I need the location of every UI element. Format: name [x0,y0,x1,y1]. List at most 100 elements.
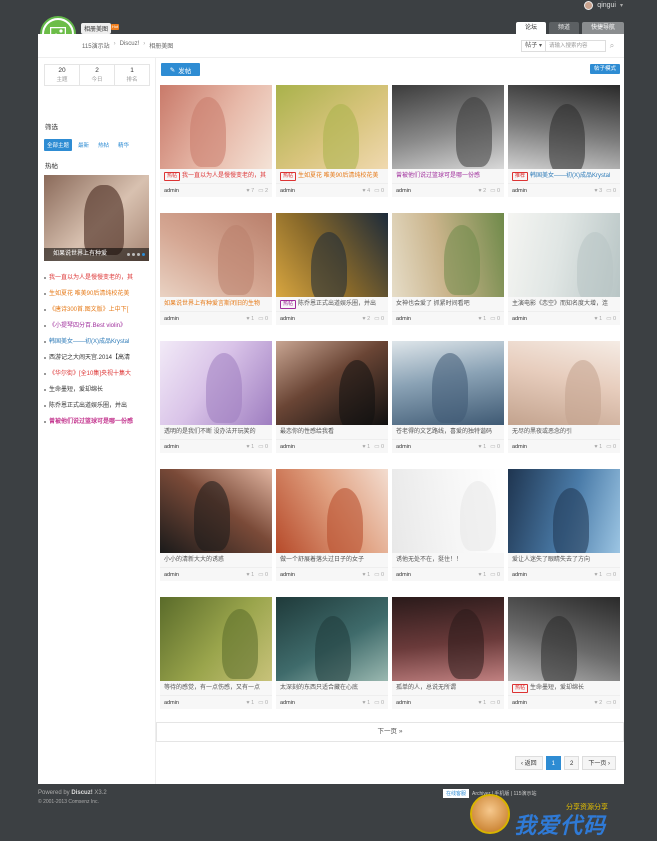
thread-thumbnail[interactable] [160,213,272,297]
thread-card[interactable]: 推荐 韩国美女——初(X)成品Krystal admin ♥ 3 ▭ 0 [508,85,620,210]
thread-author[interactable]: admin [164,440,179,453]
thread-thumbnail[interactable] [392,469,504,553]
footer-brand[interactable]: Discuz! [71,790,92,796]
thread-author[interactable]: admin [396,696,411,709]
thread-card[interactable]: 热帖 生如夏花 唯美90后清纯校花美 admin ♥ 4 ▭ 0 [276,85,388,210]
new-post-button[interactable]: ✎ 发帖 [161,63,200,76]
thread-thumbnail[interactable] [508,597,620,681]
thread-author[interactable]: admin [396,568,411,581]
hot-banner[interactable]: 如果说世界上有种爱 [44,175,149,261]
hot-list-item[interactable]: 西游记之大闹天宫.2014【高清 [44,350,152,366]
post-mode-button[interactable]: 帖子模式 [589,64,620,74]
thread-thumbnail[interactable] [276,85,388,169]
filter-digest[interactable]: 精华 [115,139,132,151]
thread-card[interactable]: 做一个舒展着落头过日子的女子 admin ♥ 1 ▭ 0 [276,469,388,594]
thread-author[interactable]: admin [164,696,179,709]
thread-thumbnail[interactable] [276,341,388,425]
hot-list-item[interactable]: 陈乔恩正式出道娱乐圈，并出 [44,398,152,414]
filter-all[interactable]: 全部主题 [44,139,73,151]
thread-author[interactable]: admin [512,440,527,453]
thread-title[interactable]: 等待的感觉，有一点伤感，又有一点 [164,681,260,695]
filter-latest[interactable]: 最新 [75,139,92,151]
banner-dot[interactable] [127,253,130,256]
search-input[interactable]: 请输入搜索内容 [546,40,606,52]
thread-title[interactable]: 爱让人迷失了眼睛失去了方向 [512,553,590,567]
search-icon[interactable]: ⌕ [606,40,618,52]
thread-card[interactable]: 曾被他们说过篮球可是哪一份感 admin ♥ 2 ▭ 0 [392,85,504,210]
thread-title[interactable]: 曾被他们说过篮球可是哪一份感 [396,169,480,183]
thread-card[interactable]: 小小的清新大大的诱惑 admin ♥ 1 ▭ 0 [160,469,272,594]
thread-card[interactable]: 无尽的黑夜或恶念的引 admin ♥ 1 ▭ 0 [508,341,620,466]
hot-list-item[interactable]: 我一直以为人是慢慢变老的，其 [44,270,152,286]
hot-list-item[interactable]: 生命墨短，爱却绵长 [44,382,152,398]
thread-title[interactable]: 孤单的人，总说无所谓 [396,681,456,695]
thread-title[interactable]: 陈乔恩正式出道娱乐圈，并出 [298,297,376,311]
thread-card[interactable]: 苍老得的文艺路线，喜爱的独特谐码 admin ♥ 1 ▭ 0 [392,341,504,466]
hot-list-item[interactable]: 曾被他们说过篮球可是哪一份感 [44,414,152,430]
thread-author[interactable]: admin [512,568,527,581]
thread-thumbnail[interactable] [160,85,272,169]
next-page-button[interactable]: 下一页 » [156,722,624,742]
hot-list-item-title[interactable]: 生如夏花 唯美90后清纯校花美 [49,286,129,302]
pager-page-2[interactable]: 2 [563,756,580,770]
thread-thumbnail[interactable] [392,85,504,169]
thread-card[interactable]: 孤单的人，总说无所谓 admin ♥ 1 ▭ 0 [392,597,504,722]
thread-author[interactable]: admin [280,312,295,325]
filter-hot[interactable]: 热帖 [95,139,112,151]
avatar[interactable] [584,0,594,10]
thread-thumbnail[interactable] [276,213,388,297]
thread-card[interactable]: 热帖 陈乔恩正式出道娱乐圈，并出 admin ♥ 2 ▭ 0 [276,213,388,338]
thread-card[interactable]: 最恋你的性感给我看 admin ♥ 1 ▭ 0 [276,341,388,466]
hot-list-item-title[interactable]: 我一直以为人是慢慢变老的，其 [49,270,133,286]
thread-title[interactable]: 生命墨短，爱却绵长 [530,681,584,695]
hot-list-item-title[interactable]: 陈乔恩正式出道娱乐圈，并出 [49,398,127,414]
thread-thumbnail[interactable] [276,469,388,553]
thread-title[interactable]: 透明的是我们不断 没办法开玩笑的 [164,425,256,439]
tab-forum[interactable]: 论坛 [515,22,546,34]
thread-title[interactable]: 生如夏花 唯美90后清纯校花美 [298,169,378,183]
breadcrumb-current[interactable]: 相册美图 [149,41,173,50]
thread-author[interactable]: admin [164,184,179,197]
thread-author[interactable]: admin [396,184,411,197]
banner-dot[interactable] [137,253,140,256]
thread-card[interactable]: 太深刻的东西只适合藏在心底 admin ♥ 1 ▭ 0 [276,597,388,722]
thread-title[interactable]: 小小的清新大大的诱惑 [164,553,224,567]
thread-title[interactable]: 韩国美女——初(X)成品Krystal [530,169,610,183]
thread-card[interactable]: 爱让人迷失了眼睛失去了方向 admin ♥ 1 ▭ 0 [508,469,620,594]
thread-author[interactable]: admin [280,440,295,453]
hot-list-item[interactable]: 生如夏花 唯美90后清纯校花美 [44,286,152,302]
thread-thumbnail[interactable] [508,213,620,297]
thread-author[interactable]: admin [512,696,527,709]
pager-page-1[interactable]: 1 [545,756,561,770]
thread-author[interactable]: admin [164,568,179,581]
username[interactable]: qingui [597,2,616,9]
thread-author[interactable]: admin [396,312,411,325]
thread-thumbnail[interactable] [160,597,272,681]
thread-title[interactable]: 最恋你的性感给我看 [280,425,334,439]
tab-quick-nav[interactable]: 快捷导航 [581,22,624,34]
user-menu[interactable]: qingui ▾ [584,0,623,10]
thread-card[interactable]: 等待的感觉，有一点伤感，又有一点 admin ♥ 1 ▭ 0 [160,597,272,722]
thread-card[interactable]: 诱他无处不在，挺住！！ admin ♥ 1 ▭ 0 [392,469,504,594]
thread-author[interactable]: admin [512,312,527,325]
thread-thumbnail[interactable] [160,341,272,425]
hot-list-item[interactable]: 《华尔街》[全10集]央视十集大 [44,366,152,382]
thread-title[interactable]: 做一个舒展着落头过日子的女子 [280,553,364,567]
thread-title[interactable]: 苍老得的文艺路线，喜爱的独特谐码 [396,425,492,439]
thread-card[interactable]: 热帖 生命墨短，爱却绵长 admin ♥ 2 ▭ 0 [508,597,620,722]
hot-list-item-title[interactable]: 《小提琴四分百.Best violin》 [49,318,126,334]
hot-list-item[interactable]: 《唐诗300首.图文版》上中下[ [44,302,152,318]
thread-thumbnail[interactable] [392,213,504,297]
hot-list-item-title[interactable]: 西游记之大闹天宫.2014【高清 [49,350,130,366]
thread-thumbnail[interactable] [508,85,620,169]
thread-title[interactable]: 女神也会爱了 抓紧时间看吧 [396,297,470,311]
thread-card[interactable]: 透明的是我们不断 没办法开玩笑的 admin ♥ 1 ▭ 0 [160,341,272,466]
thread-thumbnail[interactable] [276,597,388,681]
breadcrumb-discuz[interactable]: Discuz! [120,41,140,50]
thread-thumbnail[interactable] [508,469,620,553]
thread-thumbnail[interactable] [508,341,620,425]
thread-title[interactable]: 如果说世界上有种爱言斯闭旧的生物 [164,297,260,311]
thread-author[interactable]: admin [280,184,295,197]
tab-channel[interactable]: 频道 [548,22,579,34]
thread-card[interactable]: 热帖 我一直以为人是慢慢变老的，其 admin ♥ 7 ▭ 2 [160,85,272,210]
